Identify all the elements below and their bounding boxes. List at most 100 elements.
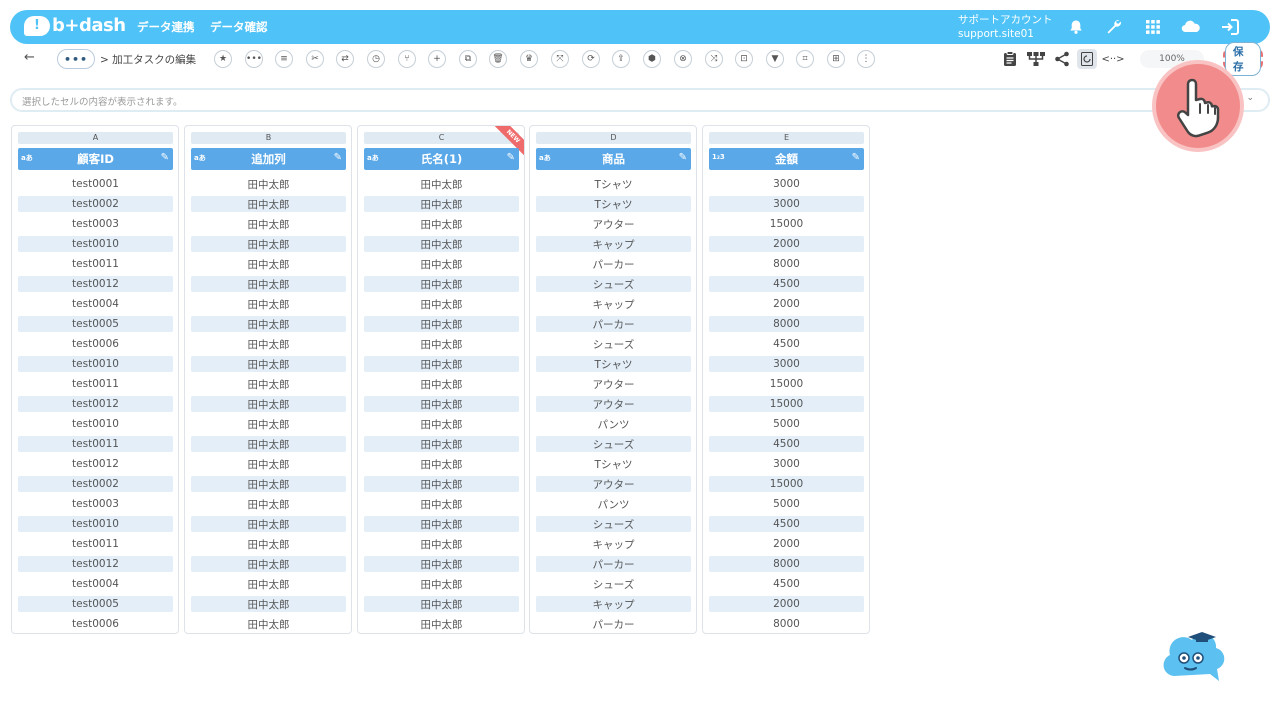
table-cell[interactable]: 田中太郎	[191, 396, 346, 412]
pencil-icon[interactable]: ✎	[161, 152, 169, 163]
shuffle-icon[interactable]: ⤨	[705, 50, 723, 68]
table-cell[interactable]: 3000	[709, 196, 864, 212]
table-cell[interactable]: 田中太郎	[191, 334, 346, 354]
column-header[interactable]: aあ 商品 ✎	[536, 148, 691, 170]
trash-icon[interactable]: 🗑	[489, 50, 507, 68]
table-cell[interactable]: 田中太郎	[191, 254, 346, 274]
table-cell[interactable]: 田中太郎	[364, 334, 519, 354]
nav-data-check[interactable]: データ確認	[210, 19, 268, 35]
table-cell[interactable]: 5000	[709, 414, 864, 434]
table-cell[interactable]: 田中太郎	[191, 294, 346, 314]
column-header[interactable]: aあ 顧客ID ✎	[18, 148, 173, 170]
table-cell[interactable]: test0010	[18, 414, 173, 434]
breadcrumb-more-button[interactable]: •••	[57, 49, 95, 69]
logout-icon[interactable]	[1219, 16, 1241, 38]
table-cell[interactable]: 田中太郎	[191, 414, 346, 434]
table-cell[interactable]: 田中太郎	[364, 596, 519, 612]
table-cell[interactable]: Tシャツ	[536, 196, 691, 212]
table-cell[interactable]: 田中太郎	[364, 294, 519, 314]
table-cell[interactable]: 田中太郎	[191, 596, 346, 612]
table-cell[interactable]: test0010	[18, 516, 173, 532]
code-icon[interactable]: <··>	[1101, 49, 1124, 69]
support-cloud-icon[interactable]	[1180, 16, 1202, 38]
table-cell[interactable]: test0011	[18, 534, 173, 554]
table-cell[interactable]: 田中太郎	[364, 516, 519, 532]
table-cell[interactable]: 田中太郎	[364, 436, 519, 452]
table-cell[interactable]: パーカー	[536, 556, 691, 572]
expand-icon[interactable]: ⤧	[551, 50, 569, 68]
table-grid-icon[interactable]: ⊞	[827, 50, 845, 68]
table-cell[interactable]: 4500	[709, 574, 864, 594]
table-cell[interactable]: test0012	[18, 396, 173, 412]
column-header[interactable]: aあ 追加列 ✎	[191, 148, 346, 170]
table-cell[interactable]: 田中太郎	[364, 196, 519, 212]
table-cell[interactable]: 田中太郎	[191, 476, 346, 492]
table-cell[interactable]: アウター	[536, 374, 691, 394]
history-icon[interactable]	[1077, 49, 1097, 69]
table-cell[interactable]: 8000	[709, 316, 864, 332]
clipboard-icon[interactable]	[1000, 49, 1020, 69]
copy-icon[interactable]: ⧉	[459, 50, 477, 68]
table-cell[interactable]: test0010	[18, 356, 173, 372]
nav-data-integration[interactable]: データ連携	[137, 19, 195, 35]
table-cell[interactable]: パーカー	[536, 316, 691, 332]
pivot-icon[interactable]: ⌗	[796, 50, 814, 68]
table-cell[interactable]: 田中太郎	[364, 174, 519, 194]
mascot-icon[interactable]	[1160, 628, 1226, 690]
save-button[interactable]: 保存	[1223, 42, 1263, 76]
table-cell[interactable]: シューズ	[536, 574, 691, 594]
table-cell[interactable]: 田中太郎	[364, 214, 519, 234]
table-cell[interactable]: 田中太郎	[191, 516, 346, 532]
table-cell[interactable]: 2000	[709, 534, 864, 554]
table-cell[interactable]: 田中太郎	[364, 374, 519, 394]
table-cell[interactable]: 田中太郎	[191, 534, 346, 554]
table-cell[interactable]: 田中太郎	[191, 356, 346, 372]
table-cell[interactable]: 田中太郎	[191, 214, 346, 234]
pencil-icon[interactable]: ✎	[334, 152, 342, 163]
table-cell[interactable]: 田中太郎	[364, 494, 519, 514]
wrench-icon[interactable]	[1103, 16, 1125, 38]
table-cell[interactable]: 田中太郎	[364, 316, 519, 332]
table-cell[interactable]: 田中太郎	[364, 556, 519, 572]
table-cell[interactable]: 田中太郎	[191, 556, 346, 572]
add-icon[interactable]: +	[428, 50, 446, 68]
favorite-icon[interactable]: ★	[214, 50, 232, 68]
merge-icon[interactable]: ⑂	[398, 50, 416, 68]
table-cell[interactable]: 田中太郎	[191, 316, 346, 332]
table-cell[interactable]: 4500	[709, 436, 864, 452]
table-cell[interactable]: test0011	[18, 254, 173, 274]
table-cell[interactable]: 田中太郎	[364, 476, 519, 492]
table-cell[interactable]: test0012	[18, 556, 173, 572]
table-cell[interactable]: 15000	[709, 476, 864, 492]
unlock-icon[interactable]: ⇪	[612, 50, 630, 68]
table-cell[interactable]: パンツ	[536, 494, 691, 514]
table-cell[interactable]: 田中太郎	[191, 196, 346, 212]
table-cell[interactable]: 田中太郎	[364, 254, 519, 274]
table-cell[interactable]: test0004	[18, 574, 173, 594]
table-cell[interactable]: パーカー	[536, 614, 691, 633]
pencil-icon[interactable]: ✎	[507, 152, 515, 163]
logo[interactable]: ! b+dash	[24, 15, 126, 36]
table-cell[interactable]: 田中太郎	[191, 374, 346, 394]
table-cell[interactable]: 田中太郎	[364, 534, 519, 554]
table-cell[interactable]: Tシャツ	[536, 174, 691, 194]
table-cell[interactable]: キャップ	[536, 294, 691, 314]
table-cell[interactable]: 5000	[709, 494, 864, 514]
box-icon[interactable]: ⬢	[643, 50, 661, 68]
table-cell[interactable]: test0004	[18, 294, 173, 314]
table-cell[interactable]: シューズ	[536, 276, 691, 292]
table-cell[interactable]: test0011	[18, 374, 173, 394]
table-cell[interactable]: 2000	[709, 294, 864, 314]
flow-icon[interactable]	[1026, 49, 1046, 69]
table-cell[interactable]: test0012	[18, 454, 173, 474]
table-cell[interactable]: キャップ	[536, 534, 691, 554]
filter-icon[interactable]: ▼	[766, 50, 784, 68]
table-cell[interactable]: test0006	[18, 614, 173, 633]
table-cell[interactable]: test0002	[18, 196, 173, 212]
table-cell[interactable]: シューズ	[536, 516, 691, 532]
table-cell[interactable]: 8000	[709, 556, 864, 572]
table-cell[interactable]: パンツ	[536, 414, 691, 434]
table-cell[interactable]: 田中太郎	[191, 174, 346, 194]
close-circle-icon[interactable]: ⊗	[674, 50, 692, 68]
column-b[interactable]: B aあ 追加列 ✎ 田中太郎 田中太郎 田中太郎 田中太郎 田中太郎 田中太郎 田中太郎田…	[184, 125, 352, 634]
